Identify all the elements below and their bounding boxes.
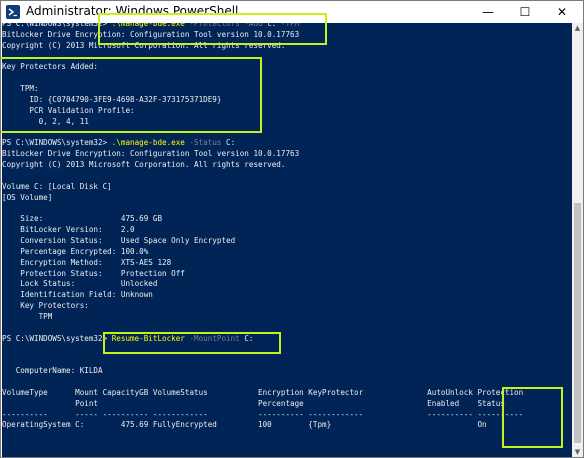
command-parameter: -TPM [276,23,300,28]
command-name: .\manage-bde.exe [111,23,185,28]
console-text: Identification Field: Unknown [2,290,153,300]
console-line: Key Protectors Added: [2,62,98,72]
powershell-icon [6,5,20,19]
console-text: Lock Status: Unlocked [2,279,158,289]
title-bar[interactable]: Administrator: Windows PowerShell — ☐ ✕ [1,1,583,23]
console-text: ---------- ----- ---------- ------------… [2,409,524,419]
console-line: Encryption Method: XTS-AES 128 [2,258,171,268]
console-line: Conversion Status: Used Space Only Encry… [2,236,235,246]
console-text: PS C:\WINDOWS\system32> [2,333,112,343]
minimize-button[interactable]: — [473,1,503,23]
console-text: BitLocker Drive Encryption: Configuratio… [2,149,300,159]
console-output[interactable]: PS C:\WINDOWS\system32> .\manage-bde.exe… [2,23,572,457]
console-line: Point Percentage Enabled Status [2,399,505,409]
console-text: PS C:\WINDOWS\system32> [2,138,112,148]
close-button[interactable]: ✕ [547,1,577,23]
console-text: Size: 475.69 GB [2,214,163,224]
console-text: ComputerName: KILDA [2,366,103,376]
console-line: Copyright (C) 2013 Microsoft Corporation… [2,160,285,170]
command-parameter: -Status [184,138,227,148]
command-name: Resume-BitLocker [111,333,185,343]
console-line: TPM: [2,84,39,94]
console-line: 0, 2, 4, 11 [2,117,89,127]
console-text: Encryption Method: XTS-AES 128 [2,257,172,267]
console-text: Copyright (C) 2013 Microsoft Corporation… [2,40,286,50]
console-text: PCR Validation Profile: [2,105,135,115]
vertical-scrollbar[interactable]: ▲ ▼ [572,23,583,457]
console-text: Key Protectors Added: [2,62,99,72]
console-text: TPM: [2,84,39,94]
console-line: Lock Status: Unlocked [2,279,157,289]
console-text: OperatingSystem C: 475.69 FullyEncrypted… [2,420,487,430]
console-line: TPM [2,311,53,322]
console-text: Conversion Status: Used Space Only Encry… [2,236,236,245]
console-line: Key Protectors: [2,301,89,311]
console-line: ID: {C0704790-3FE9-4698-A32F-373175371DE… [2,95,221,105]
console-text: 0, 2, 4, 11 [2,116,89,126]
console-line: Percentage Encrypted: 100.0% [2,247,148,257]
console-text: BitLocker Version: 2.0 [2,225,135,235]
console-line: Size: 475.69 GB [2,214,162,224]
console-text: TPM [2,311,53,321]
window-title: Administrator: Windows PowerShell [26,4,239,18]
console-text: ID: {C0704790-3FE9-4698-A32F-373175371DE… [2,94,222,104]
console-line: Identification Field: Unknown [2,290,153,300]
scroll-down-icon[interactable]: ▼ [572,447,583,457]
console-text: Volume C: [Local Disk C] [2,181,112,191]
command-name: .\manage-bde.exe [111,138,185,148]
console-line: Protection Status: Protection Off [2,269,185,279]
console-line: BitLocker Drive Encryption: Configuratio… [2,149,299,159]
console-text: Key Protectors: [2,301,89,311]
console-text: C: [244,333,254,343]
console-text: Percentage Encrypted: 100.0% [2,246,149,256]
console-line: OperatingSystem C: 475.69 FullyEncrypted… [2,420,487,430]
console-line: Volume C: [Local Disk C] [2,182,112,192]
console-text: PS C:\WINDOWS\system32> [2,23,112,28]
console-line: BitLocker Drive Encryption: Configuratio… [2,30,299,40]
console-line: VolumeType Mount CapacityGB VolumeStatus… [2,388,523,398]
console-line: BitLocker Version: 2.0 [2,225,135,235]
console-line: PS C:\WINDOWS\system32> .\manage-bde.exe… [2,23,299,29]
command-parameter: -MountPoint [184,333,245,343]
console-text: Point Percentage Enabled Status [2,398,505,408]
console-line: PS C:\WINDOWS\system32> Resume-BitLocker… [2,334,253,344]
maximize-button[interactable]: ☐ [510,1,540,23]
console-line: PCR Validation Profile: [2,105,135,116]
scrollbar-thumb[interactable] [574,203,581,443]
console-text: [OS Volume] [2,192,53,202]
console-line: ---------- ----- ---------- ------------… [2,410,523,420]
console-line: Copyright (C) 2013 Microsoft Corporation… [2,41,285,51]
console-line: [OS Volume] [2,193,52,203]
console-line: ComputerName: KILDA [2,366,103,376]
console-line: PS C:\WINDOWS\system32> .\manage-bde.exe… [2,138,235,148]
console-text: VolumeType Mount CapacityGB VolumeStatus… [2,387,524,397]
console-text: Copyright (C) 2013 Microsoft Corporation… [2,160,286,170]
scroll-up-icon[interactable]: ▲ [572,23,583,33]
console-text: c: [267,23,277,28]
command-parameter: -Protectors -Add [184,23,268,28]
powershell-window: Administrator: Windows PowerShell — ☐ ✕ … [0,0,584,458]
console-text: C: [226,138,236,148]
console-text: BitLocker Drive Encryption: Configuratio… [2,29,300,39]
console-text: Protection Status: Protection Off [2,268,185,278]
